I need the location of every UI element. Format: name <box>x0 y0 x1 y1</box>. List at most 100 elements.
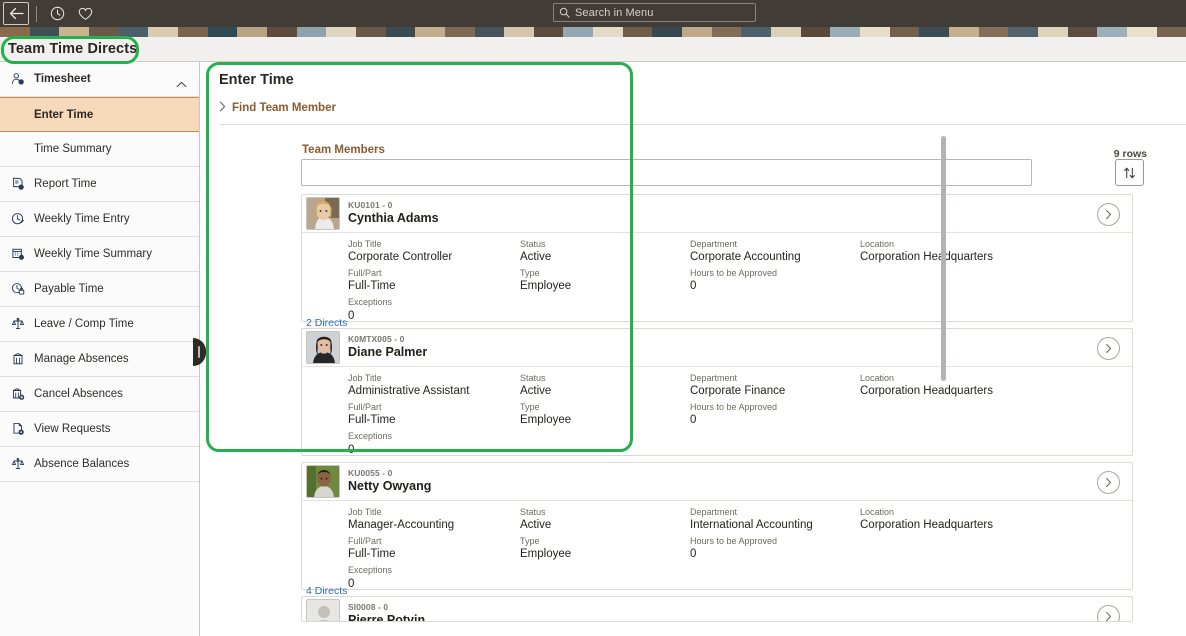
sidebar-item-payable-time[interactable]: Payable Time <box>0 272 199 307</box>
sidebar-item-label: Absence Balances <box>34 458 130 470</box>
back-button[interactable] <box>3 2 29 25</box>
sidebar-group-label: Timesheet <box>34 73 91 85</box>
field-value-hours: 0 <box>690 414 697 427</box>
field-value-location: Corporation Headquarters <box>860 251 993 264</box>
open-details-button[interactable] <box>1097 471 1120 494</box>
card-body: Job Title Manager-Accounting Full/Part Full… <box>302 501 1132 599</box>
sidebar-item-view-requests[interactable]: View Requests <box>0 412 199 447</box>
scales-icon <box>8 457 28 471</box>
sidebar-item-label: Report Time <box>34 178 97 190</box>
open-details-button[interactable] <box>1097 337 1120 360</box>
field-value-status: Active <box>520 519 552 532</box>
field-value-full-part: Full-Time <box>348 548 396 561</box>
field-label-job-title: Job Title <box>348 507 382 517</box>
employee-name: Diane Palmer <box>348 345 428 360</box>
card-header: KU0101 - 0 Cynthia Adams <box>302 195 1132 233</box>
field-label-location: Location <box>860 507 895 517</box>
employee-name: Cynthia Adams <box>348 211 439 226</box>
field-label-full-part: Full/Part <box>348 536 382 547</box>
recent-button[interactable] <box>46 3 68 25</box>
open-details-button[interactable] <box>1097 605 1120 621</box>
field-label-full-part: Full/Part <box>348 402 382 413</box>
main-content: Enter Time Find Team Member 9 rows Team … <box>200 62 1186 636</box>
sidebar-item-cancel-absences[interactable]: Cancel Absences <box>0 377 199 412</box>
sidebar-item-label: Enter Time <box>34 108 94 121</box>
sidebar-item-weekly-time-entry[interactable]: Weekly Time Entry <box>0 202 199 237</box>
field-label-hours: Hours to be Approved <box>690 536 778 547</box>
building-x-icon <box>8 387 28 401</box>
employee-id: K0MTX005 - 0 <box>348 334 405 345</box>
field-value-exceptions: 0 <box>348 577 355 590</box>
employee-name: Pierre Potvin <box>348 613 426 622</box>
header-divider <box>36 5 37 22</box>
sidebar-item-manage-absences[interactable]: Manage Absences <box>0 342 199 377</box>
sidebar-item-absence-balances[interactable]: Absence Balances <box>0 447 199 482</box>
main-header: Enter Time Find Team Member <box>200 62 1186 125</box>
clock-icon <box>50 6 64 21</box>
field-label-status: Status <box>520 239 546 249</box>
field-label-department: Department <box>690 239 738 249</box>
sidebar-item-enter-time[interactable]: Enter Time <box>0 97 199 132</box>
scales-icon <box>8 317 28 331</box>
team-member-card[interactable]: KU0101 - 0 Cynthia Adams Job Title Corporat… <box>301 194 1133 329</box>
team-member-card[interactable]: SI0008 - 0 Pierre Potvin <box>301 596 1133 622</box>
sidebar-item-weekly-time-summary[interactable]: Weekly Time Summary <box>0 237 199 272</box>
sidebar-item-time-summary[interactable]: Time Summary <box>0 132 199 167</box>
field-label-type: Type <box>520 268 540 279</box>
field-label-location: Location <box>860 373 895 383</box>
field-label-exceptions: Exceptions <box>348 431 393 442</box>
search-input[interactable]: Search in Menu <box>553 3 756 22</box>
list-scrollbar[interactable] <box>941 136 946 381</box>
building-icon <box>8 352 28 366</box>
sidebar-item-label: Leave / Comp Time <box>34 318 134 330</box>
field-value-hours: 0 <box>690 280 697 293</box>
back-arrow-icon <box>9 7 24 20</box>
favorites-button[interactable] <box>74 3 96 25</box>
field-label-job-title: Job Title <box>348 373 382 383</box>
field-value-type: Employee <box>520 414 572 427</box>
search-icon <box>559 7 570 18</box>
field-label-location: Location <box>860 239 895 249</box>
field-value-full-part: Full-Time <box>348 280 396 293</box>
field-value-full-part: Full-Time <box>348 414 396 427</box>
card-header: SI0008 - 0 Pierre Potvin <box>302 597 1132 622</box>
directs-link[interactable]: 4 Directs <box>306 585 347 597</box>
field-label-type: Type <box>520 536 540 547</box>
team-members-search-input[interactable] <box>301 159 1032 186</box>
team-member-card[interactable]: KU0055 - 0 Netty Owyang Job Title Manager-A… <box>301 462 1133 597</box>
field-value-exceptions: 0 <box>348 309 355 322</box>
employee-identity: SI0008 - 0 Pierre Potvin <box>348 602 426 622</box>
directs-link[interactable]: 2 Directs <box>306 317 347 329</box>
field-label-department: Department <box>690 373 738 383</box>
sidebar-item-leave-comp-time[interactable]: Leave / Comp Time <box>0 307 199 342</box>
clock-edit-icon <box>8 212 28 226</box>
sidebar-item-label: Manage Absences <box>34 353 129 365</box>
team-members-list[interactable]: KU0101 - 0 Cynthia Adams Job Title Corporat… <box>301 194 1136 636</box>
calendar-clock-icon <box>8 247 28 261</box>
chevron-right-icon <box>219 99 226 117</box>
sidebar-item-label: View Requests <box>34 423 111 435</box>
sidebar-item-label: Weekly Time Summary <box>34 248 153 260</box>
avatar <box>306 331 340 364</box>
sidebar-item-report-time[interactable]: Report Time <box>0 167 199 202</box>
team-member-card[interactable]: K0MTX005 - 0 Diane Palmer Job Title Adminis… <box>301 328 1133 456</box>
open-details-button[interactable] <box>1097 203 1120 226</box>
sidebar-item-label: Time Summary <box>34 143 112 155</box>
field-value-department: Corporate Finance <box>690 385 786 398</box>
employee-identity: KU0101 - 0 Cynthia Adams <box>348 200 439 226</box>
find-team-member-label: Find Team Member <box>232 101 336 114</box>
sort-button[interactable] <box>1115 159 1144 186</box>
field-label-status: Status <box>520 507 546 517</box>
field-label-exceptions: Exceptions <box>348 297 393 308</box>
team-members-label: Team Members <box>302 144 385 156</box>
sidebar-nav: Timesheet Enter Time Time Summary Report… <box>0 62 200 636</box>
field-label-full-part: Full/Part <box>348 268 382 279</box>
card-body: Job Title Corporate Controller Full/Part Fu… <box>302 233 1132 331</box>
decorative-banner-strip <box>0 27 1186 37</box>
sidebar-group-timesheet[interactable]: Timesheet <box>0 62 199 97</box>
field-value-status: Active <box>520 251 552 264</box>
enter-time-heading: Enter Time <box>219 72 294 88</box>
find-team-member-toggle[interactable]: Find Team Member <box>219 98 1186 125</box>
avatar <box>306 465 340 498</box>
heart-icon <box>78 7 92 20</box>
